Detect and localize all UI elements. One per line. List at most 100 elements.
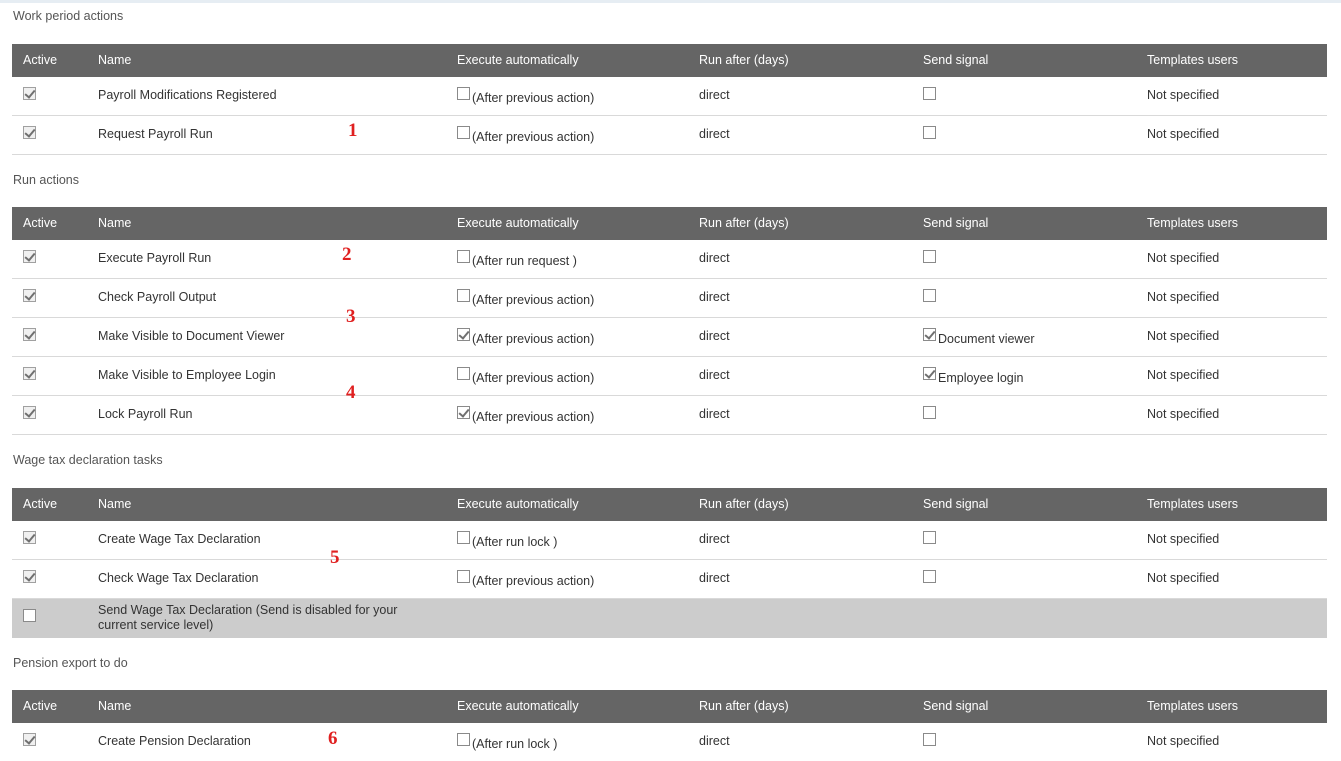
table-header: Active Name Execute automatically Run af… [12, 690, 1327, 723]
send-signal-checkbox[interactable] [923, 570, 936, 583]
templates-users[interactable]: Not specified [1147, 127, 1219, 141]
header-templates: Templates users [1147, 497, 1239, 511]
templates-users[interactable]: Not specified [1147, 251, 1219, 265]
header-exec: Execute automatically [457, 53, 579, 67]
section-title-wage-tax: Wage tax declaration tasks [13, 453, 163, 467]
templates-users[interactable]: Not specified [1147, 571, 1219, 585]
run-after: direct [699, 532, 730, 546]
templates-users[interactable]: Not specified [1147, 368, 1219, 382]
table-row: Check Wage Tax Declaration (After previo… [12, 560, 1327, 599]
exec-auto-checkbox[interactable] [457, 733, 470, 746]
top-border [0, 0, 1341, 3]
exec-label: (After previous action) [472, 130, 595, 144]
exec-auto-checkbox[interactable] [457, 570, 470, 583]
active-checkbox[interactable] [23, 250, 36, 263]
action-name: Lock Payroll Run [98, 407, 193, 421]
active-checkbox[interactable] [23, 609, 36, 622]
exec-label: (After previous action) [472, 410, 595, 424]
header-templates: Templates users [1147, 53, 1239, 67]
exec-label: (After previous action) [472, 91, 595, 105]
active-checkbox[interactable] [23, 570, 36, 583]
send-signal-checkbox[interactable] [923, 733, 936, 746]
action-name: Execute Payroll Run [98, 251, 212, 265]
exec-auto-checkbox[interactable] [457, 367, 470, 380]
run-after: direct [699, 407, 730, 421]
table-row: Payroll Modifications Registered (After … [12, 77, 1327, 116]
exec-auto-checkbox[interactable] [457, 328, 470, 341]
header-templates: Templates users [1147, 216, 1239, 230]
run-after: direct [699, 88, 730, 102]
annotation-number: 3 [346, 306, 356, 327]
templates-users[interactable]: Not specified [1147, 407, 1219, 421]
action-name: Check Payroll Output [98, 290, 217, 304]
annotation-number: 4 [346, 382, 356, 403]
action-name: Payroll Modifications Registered [98, 88, 277, 102]
send-signal-checkbox[interactable] [923, 126, 936, 139]
annotation-number: 2 [342, 244, 352, 265]
exec-auto-checkbox[interactable] [457, 289, 470, 302]
table-row: Check Payroll Output (After previous act… [12, 279, 1327, 318]
send-signal-checkbox[interactable] [923, 87, 936, 100]
run-after: direct [699, 571, 730, 585]
work-period-table: Active Name Execute automatically Run af… [12, 44, 1327, 155]
section-title-pension: Pension export to do [13, 656, 128, 670]
section-title-run-actions: Run actions [13, 173, 80, 187]
table-row: Make Visible to Employee Login (After pr… [12, 357, 1327, 396]
run-actions-table: Active Name Execute automatically Run af… [12, 207, 1327, 435]
active-checkbox[interactable] [23, 289, 36, 302]
exec-label: (After run lock ) [472, 535, 558, 549]
action-name: Create Pension Declaration [98, 734, 251, 748]
templates-users[interactable]: Not specified [1147, 88, 1219, 102]
run-after: direct [699, 290, 730, 304]
templates-users[interactable]: Not specified [1147, 329, 1219, 343]
header-active: Active [23, 53, 58, 67]
header-name: Name [98, 216, 132, 230]
header-active: Active [23, 497, 58, 511]
header-exec: Execute automatically [457, 216, 579, 230]
active-checkbox[interactable] [23, 328, 36, 341]
annotation-number: 5 [330, 547, 340, 568]
exec-auto-checkbox[interactable] [457, 531, 470, 544]
header-run: Run after (days) [699, 216, 789, 230]
templates-users[interactable]: Not specified [1147, 734, 1219, 748]
signal-label: Document viewer [938, 332, 1035, 346]
table-row-disabled: Send Wage Tax Declaration (Send is disab… [12, 599, 1327, 638]
active-checkbox[interactable] [23, 406, 36, 419]
action-name: Request Payroll Run [98, 127, 213, 141]
table-header: Active Name Execute automatically Run af… [12, 44, 1327, 77]
exec-auto-checkbox[interactable] [457, 250, 470, 263]
action-name: Make Visible to Employee Login [98, 368, 276, 382]
send-signal-checkbox[interactable] [923, 367, 936, 380]
templates-users[interactable]: Not specified [1147, 290, 1219, 304]
exec-label: (After previous action) [472, 371, 595, 385]
templates-users[interactable]: Not specified [1147, 532, 1219, 546]
header-exec: Execute automatically [457, 699, 579, 713]
header-active: Active [23, 216, 58, 230]
exec-auto-checkbox[interactable] [457, 87, 470, 100]
active-checkbox[interactable] [23, 531, 36, 544]
send-signal-checkbox[interactable] [923, 406, 936, 419]
table-row: Execute Payroll Run (After run request )… [12, 240, 1327, 279]
table-row: Create Pension Declaration (After run lo… [12, 723, 1327, 761]
exec-auto-checkbox[interactable] [457, 126, 470, 139]
send-signal-checkbox[interactable] [923, 328, 936, 341]
send-signal-checkbox[interactable] [923, 289, 936, 302]
table-header: Active Name Execute automatically Run af… [12, 207, 1327, 240]
header-signal: Send signal [923, 497, 989, 511]
header-run: Run after (days) [699, 497, 789, 511]
table-row: Make Visible to Document Viewer (After p… [12, 318, 1327, 357]
header-signal: Send signal [923, 53, 989, 67]
send-signal-checkbox[interactable] [923, 531, 936, 544]
active-checkbox[interactable] [23, 87, 36, 100]
signal-label: Employee login [938, 371, 1024, 385]
exec-auto-checkbox[interactable] [457, 406, 470, 419]
run-after: direct [699, 127, 730, 141]
action-name: Create Wage Tax Declaration [98, 532, 261, 546]
header-templates: Templates users [1147, 699, 1239, 713]
active-checkbox[interactable] [23, 367, 36, 380]
active-checkbox[interactable] [23, 733, 36, 746]
header-exec: Execute automatically [457, 497, 579, 511]
wage-tax-table: Active Name Execute automatically Run af… [12, 488, 1327, 638]
active-checkbox[interactable] [23, 126, 36, 139]
send-signal-checkbox[interactable] [923, 250, 936, 263]
